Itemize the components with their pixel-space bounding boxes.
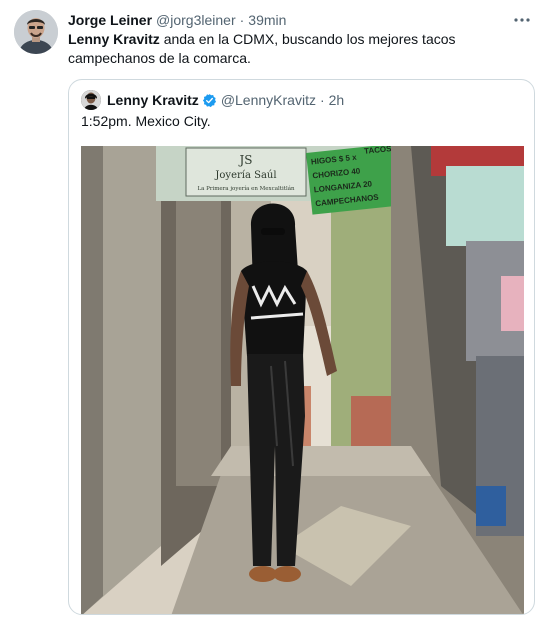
quoted-tweet[interactable]: Lenny Kravitz @LennyKravitz · 2h 1:52pm.… (68, 79, 535, 615)
store-sign-name: Joyería Saúl (214, 170, 276, 181)
quoted-tweet-text: 1:52pm. Mexico City. (81, 113, 211, 129)
more-horizontal-icon (514, 18, 530, 22)
tweet-text-mention: Lenny Kravitz (68, 31, 160, 47)
quoted-author-handle: @LennyKravitz (220, 92, 316, 108)
tweet[interactable]: Jorge Leiner @jorg3leiner · 39min Lenny … (0, 0, 548, 620)
author-avatar[interactable] (14, 10, 58, 54)
more-options-button[interactable] (510, 10, 534, 30)
quoted-author-name: Lenny Kravitz (107, 92, 199, 108)
tweet-timestamp[interactable]: 39min (248, 12, 286, 28)
street-photo: JS Joyería Saúl La Primera joyería en Me… (81, 146, 524, 614)
author-name[interactable]: Jorge Leiner (68, 12, 152, 28)
quoted-separator-dot: · (319, 92, 325, 108)
tweet-header: Jorge Leiner @jorg3leiner · 39min (68, 10, 534, 30)
quoted-tweet-header: Lenny Kravitz @LennyKravitz · 2h (81, 90, 344, 110)
quoted-author-avatar (81, 90, 101, 110)
verified-badge-icon (202, 93, 217, 108)
quoted-timestamp: 2h (328, 92, 345, 108)
tweet-photo[interactable]: JS Joyería Saúl La Primera joyería en Me… (81, 146, 524, 614)
avatar-image (14, 10, 58, 54)
store-sign-tagline: La Primera joyería en Mexcaltitlán (197, 185, 295, 192)
separator-dot: · (239, 12, 245, 28)
tweet-text: Lenny Kravitz anda en la CDMX, buscando … (68, 30, 528, 68)
store-sign-logo: JS (237, 153, 252, 167)
author-handle[interactable]: @jorg3leiner (156, 12, 236, 28)
quoted-avatar-image (81, 90, 101, 110)
